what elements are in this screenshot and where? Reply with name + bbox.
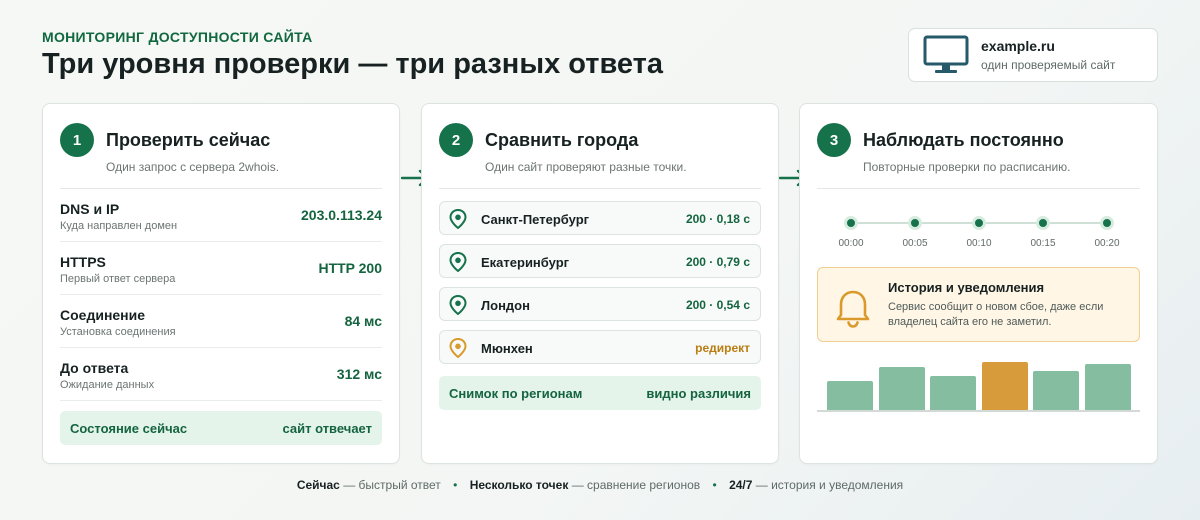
timeline-dot: [1036, 216, 1050, 230]
city-name: Лондон: [481, 298, 530, 313]
timeline-dot: [1100, 216, 1114, 230]
timeline-dot: [972, 216, 986, 230]
notifications-notice: История и уведомления Сервис сообщит о н…: [817, 267, 1140, 342]
history-bar: [1033, 371, 1079, 410]
timeline-point: 00:10: [959, 212, 999, 249]
timeline-label: 00:00: [838, 238, 864, 249]
card-title: Наблюдать постоянно: [863, 130, 1064, 150]
page-title: Три уровня проверки — три разных ответа: [42, 48, 663, 80]
snapshot-label: Снимок по регионам: [449, 385, 583, 401]
metric-label: DNS и IP: [60, 201, 120, 217]
metric-value: HTTP 200: [318, 260, 382, 276]
step-badge-3: 3: [817, 123, 851, 157]
bell-icon: [836, 290, 870, 328]
metric-value: 84 мс: [344, 313, 382, 329]
timeline-label: 00:15: [1030, 238, 1056, 249]
city-result: 200 · 0,18 с: [685, 212, 750, 226]
card-compare-cities: 2 Сравнить города Один сайт проверяют ра…: [421, 103, 779, 464]
metric-label: HTTPS: [60, 254, 106, 270]
bullet-icon: •: [712, 478, 717, 492]
check-timeline: 00:00 00:05 00:10 00:15 00:20: [817, 212, 1140, 252]
card-subtitle: Повторные проверки по расписанию.: [863, 160, 1071, 174]
step-badge-1: 1: [60, 123, 94, 157]
metric-value: 312 мс: [336, 366, 382, 382]
timeline-label: 00:05: [902, 238, 928, 249]
card-check-now: 1 Проверить сейчас Один запрос с сервера…: [42, 103, 400, 464]
metric-value: 203.0.113.24: [301, 207, 382, 223]
bullet-icon: •: [453, 478, 458, 492]
history-bars: [817, 359, 1140, 412]
timeline-label: 00:20: [1094, 238, 1120, 249]
city-row-london: Лондон 200 · 0,54 с: [439, 287, 761, 321]
notice-title: История и уведомления: [888, 280, 1045, 295]
footer-247-bold: 24/7: [729, 478, 753, 492]
metric-row-connect: Соединение Установка соединения 84 мс: [60, 295, 382, 348]
timeline-point: 00:00: [831, 212, 871, 249]
map-pin-icon: [449, 252, 467, 272]
map-pin-icon: [449, 295, 467, 315]
metric-row-response: До ответа Ожидание данных 312 мс: [60, 348, 382, 401]
timeline-dot: [908, 216, 922, 230]
city-result: 200 · 0,54 с: [685, 298, 750, 312]
metric-desc: Ожидание данных: [60, 379, 155, 391]
history-bar: [981, 362, 1028, 410]
city-result: 200 · 0,79 с: [685, 255, 750, 269]
timeline-label: 00:10: [966, 238, 992, 249]
card-monitor-always: 3 Наблюдать постоянно Повторные проверки…: [799, 103, 1158, 464]
history-bar: [930, 376, 976, 410]
history-bar: [1084, 364, 1131, 410]
footer-247-text: — история и уведомления: [755, 478, 904, 492]
card-subtitle: Один сайт проверяют разные точки.: [485, 160, 687, 174]
notice-text: Сервис сообщит о новом сбое, даже если в…: [888, 301, 1104, 328]
city-name: Санкт-Петербург: [481, 212, 590, 227]
map-pin-icon: [449, 209, 467, 229]
footer-summary: Сейчас — быстрый ответ • Несколько точек…: [0, 478, 1200, 492]
state-value: сайт отвечает: [282, 420, 372, 436]
metric-desc: Установка соединения: [60, 326, 176, 338]
metric-label: До ответа: [60, 360, 129, 376]
monitor-icon: [923, 35, 969, 73]
divider: [439, 188, 761, 189]
timeline-point: 00:20: [1087, 212, 1127, 249]
metric-row-dns: DNS и IP Куда направлен домен 203.0.113.…: [60, 189, 382, 242]
city-row-munich: Мюнхен редирект: [439, 330, 761, 364]
timeline-point: 00:05: [895, 212, 935, 249]
city-result: редирект: [695, 341, 750, 355]
state-label: Состояние сейчас: [70, 420, 188, 436]
snapshot-value: видно различия: [646, 385, 751, 401]
history-bar: [878, 367, 925, 410]
footer-points-text: — сравнение регионов: [571, 478, 701, 492]
card-title: Сравнить города: [485, 130, 639, 150]
city-name: Мюнхен: [481, 341, 533, 356]
footer-now-bold: Сейчас: [296, 478, 340, 492]
metric-label: Соединение: [60, 307, 146, 323]
timeline-dot: [844, 216, 858, 230]
city-row-ekb: Екатеринбург 200 · 0,79 с: [439, 244, 761, 278]
site-domain: example.ru: [981, 38, 1055, 54]
card-subtitle: Один запрос с сервера 2whois.: [106, 160, 280, 174]
site-info-box: example.ru один проверяемый сайт: [908, 28, 1158, 82]
site-description: один проверяемый сайт: [981, 58, 1116, 72]
timeline-point: 00:15: [1023, 212, 1063, 249]
step-badge-2: 2: [439, 123, 473, 157]
footer-points-bold: Несколько точек: [469, 478, 569, 492]
metric-desc: Куда направлен домен: [60, 220, 178, 232]
metric-desc: Первый ответ сервера: [60, 273, 176, 285]
map-pin-warning-icon: [449, 338, 467, 358]
card-title: Проверить сейчас: [106, 130, 271, 150]
history-bar: [827, 381, 873, 410]
current-state-box: Состояние сейчас сайт отвечает: [60, 411, 382, 445]
city-row-spb: Санкт-Петербург 200 · 0,18 с: [439, 201, 761, 235]
page-kicker: МОНИТОРИНГ ДОСТУПНОСТИ САЙТА: [42, 29, 313, 45]
region-snapshot-box: Снимок по регионам видно различия: [439, 376, 761, 410]
footer-now-text: — быстрый ответ: [343, 478, 441, 492]
metric-row-https: HTTPS Первый ответ сервера HTTP 200: [60, 242, 382, 295]
divider: [817, 188, 1140, 189]
city-name: Екатеринбург: [481, 255, 570, 270]
